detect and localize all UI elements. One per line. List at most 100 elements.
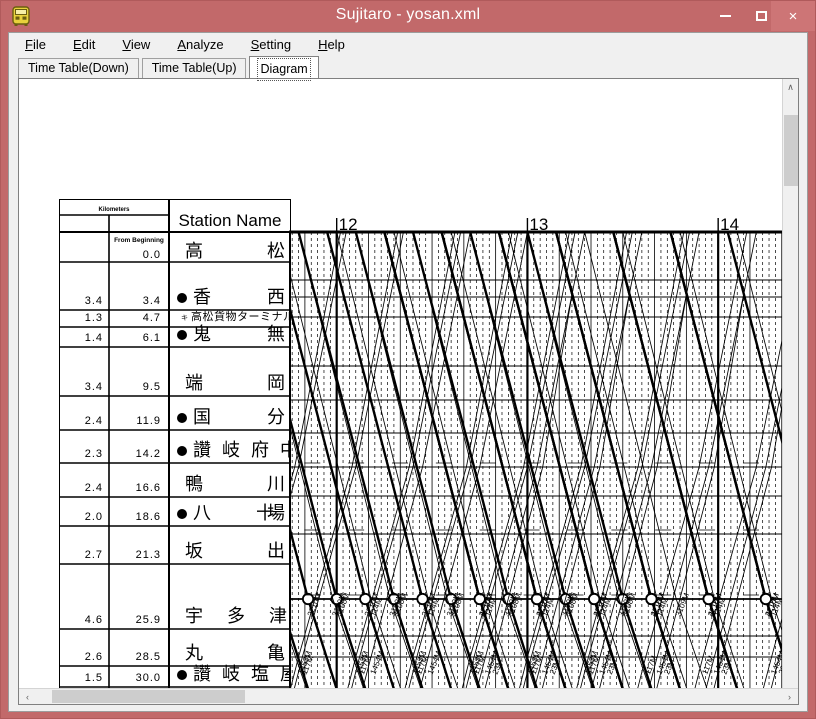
station-between-km: 2.3 [85, 448, 103, 460]
station-name: 宇 多 津 [185, 606, 290, 626]
tab-strip: Time Table(Down) Time Table(Up) Diagram [9, 55, 807, 81]
station-name: 高松貨物ターミナル [191, 309, 291, 323]
station-name: 端 [185, 373, 206, 393]
tab-time-table-up[interactable]: Time Table(Up) [141, 58, 247, 78]
tab-time-table-down[interactable]: Time Table(Down) [18, 58, 139, 78]
station-name-suffix: 場 [267, 503, 285, 523]
station-name-suffix: 岡 [267, 373, 285, 393]
menu-item-view[interactable]: View [122, 37, 150, 52]
station-row: 4.6 25.9 宇 多 津 [85, 606, 290, 626]
station-name: 丸 [185, 643, 206, 663]
vertical-scrollbar[interactable]: ∧ [782, 79, 798, 688]
station-stop-marker [177, 413, 187, 423]
diagram-sheet: Kilometers Station Name From Beginning 0.0 高… [19, 79, 782, 688]
train-line [726, 231, 782, 446]
station-cumulative-km: 18.6 [136, 511, 161, 523]
station-stop-marker [177, 330, 187, 340]
station-name-suffix: 無 [267, 324, 285, 344]
horizontal-scrollbar[interactable]: ‹ › [19, 688, 798, 704]
station-name-suffix: 亀 [267, 643, 285, 663]
train-line [465, 231, 576, 688]
train-line [580, 231, 690, 688]
scroll-up-icon[interactable]: ∧ [783, 79, 798, 96]
station-name-suffix: 川 [267, 474, 285, 494]
station-between-km: 3.4 [85, 381, 103, 393]
station-row: 0.0 高 松 [143, 241, 285, 261]
station-cumulative-km: 21.3 [136, 549, 161, 561]
station-name-suffix: 出 [267, 541, 285, 561]
menu-item-setting[interactable]: Setting [251, 37, 291, 52]
tab-diagram[interactable]: Diagram [249, 56, 319, 81]
train-number-label: 1454M [369, 649, 387, 675]
station-name-suffix: 分 [267, 407, 285, 427]
station-cumulative-km: 28.5 [136, 651, 161, 663]
tab-label: Diagram [257, 58, 311, 81]
diagram-viewport: Kilometers Station Name From Beginning 0.0 高… [18, 78, 799, 705]
station-cumulative-km: 14.2 [136, 448, 161, 460]
station-stop-marker [177, 446, 187, 456]
train-line [351, 231, 462, 688]
horizontal-scroll-thumb[interactable] [51, 690, 246, 703]
station-name: 八 十 [193, 503, 277, 523]
vertical-scroll-thumb[interactable] [784, 114, 798, 186]
station-name-suffix: 松 [267, 241, 285, 261]
station-cumulative-km: 9.5 [143, 381, 161, 393]
train-number-label: 3109M [674, 591, 692, 617]
station-cumulative-km: 4.7 [143, 312, 161, 324]
station-row: 2.0 18.6 八 十場 [85, 503, 285, 523]
close-icon: × [788, 7, 798, 25]
station-table: Kilometers Station Name From Beginning 0.0 高… [59, 199, 291, 688]
menu-item-analyze[interactable]: Analyze [177, 37, 223, 52]
station-row: 2.7 21.3 坂 出 [85, 541, 285, 561]
station-name-suffix: 西 [267, 287, 285, 307]
header-from-beginning: From Beginning [114, 237, 164, 244]
station-row: 1.3 4.7 キ高松貨物ターミナル [85, 309, 291, 324]
station-name: 讚 岐 塩 屋 [193, 664, 291, 684]
header-kilometers: Kilometers [98, 207, 130, 213]
minimize-button[interactable] [707, 1, 743, 31]
station-name: 鴨 [185, 474, 206, 494]
station-prefix: キ [181, 315, 188, 322]
station-row: 2.4 11.9 国 分 [85, 407, 285, 427]
station-between-km: 2.4 [85, 415, 103, 427]
station-cumulative-km: 0.0 [143, 249, 161, 261]
menu-item-file[interactable]: File [25, 37, 46, 52]
station-name: 香 [193, 287, 214, 307]
train-line [612, 231, 739, 688]
menu-bar: File Edit View Analyze Setting Help [9, 33, 807, 55]
tab-label: Time Table(Up) [151, 61, 237, 75]
minimize-icon [719, 15, 731, 17]
close-button[interactable]: × [771, 1, 815, 31]
menu-item-edit[interactable]: Edit [73, 37, 95, 52]
chart-frame [289, 231, 782, 688]
station-stop-marker [177, 293, 187, 303]
train-line [522, 231, 633, 688]
scroll-right-icon[interactable]: › [781, 689, 798, 704]
tab-label: Time Table(Down) [28, 61, 129, 75]
station-row: 2.4 16.6 鴨 川 [85, 474, 285, 494]
station-cumulative-km: 6.1 [143, 332, 161, 344]
station-between-km: 2.0 [85, 511, 103, 523]
station-stop-marker [177, 670, 187, 680]
station-between-km: 2.7 [85, 549, 103, 561]
station-between-km: 2.6 [85, 651, 103, 663]
station-between-km: 3.4 [85, 295, 103, 307]
title-bar: Sujitaro - yosan.xml × [1, 1, 815, 31]
station-row: 3.4 9.5 端 岡 [85, 373, 285, 393]
station-name: 高 [185, 241, 206, 261]
train-line [289, 232, 318, 688]
train-lines: 3108M 3108M 3108M 3108M 3108M 3108M2210M 2210M… [289, 231, 782, 688]
train-line [637, 231, 748, 688]
station-between-km: 1.4 [85, 332, 103, 344]
station-name: 国 [193, 407, 214, 427]
train-line [612, 231, 739, 688]
station-name: 讚 岐 府 中 [193, 440, 291, 460]
station-cumulative-km: 25.9 [136, 614, 161, 626]
station-between-km: 1.5 [85, 672, 103, 684]
maximize-icon [755, 11, 767, 21]
header-station-name: Station Name [179, 211, 282, 230]
scroll-left-icon[interactable]: ‹ [19, 689, 36, 704]
menu-item-help[interactable]: Help [318, 37, 345, 52]
train-number-label: 1454M [426, 649, 444, 675]
station-row: 2.6 28.5 丸 亀 [85, 643, 285, 663]
